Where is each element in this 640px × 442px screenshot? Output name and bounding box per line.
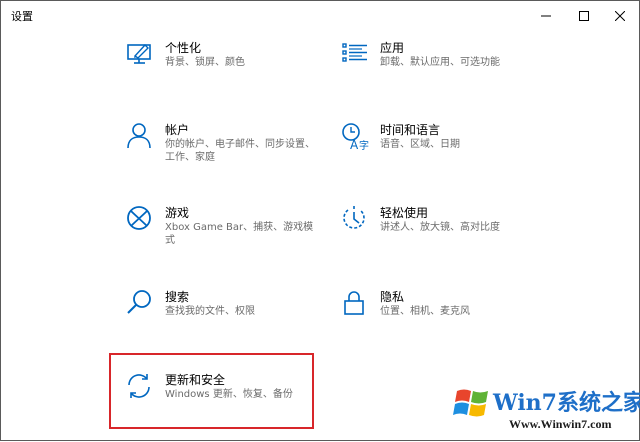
watermark: Win7系统之家 Www.Winwin7.com	[445, 379, 640, 442]
highlight-box	[109, 353, 314, 429]
tile-description: 你的帐户、电子邮件、同步设置、工作、家庭	[165, 139, 315, 163]
windows-logo-icon	[453, 389, 488, 417]
window-title: 设置	[11, 10, 33, 23]
apps-icon	[342, 43, 367, 62]
tile-title: 应用	[380, 41, 405, 55]
tile-search[interactable]: 搜索 查找我的文件、权限	[125, 288, 325, 348]
tile-ease-of-access[interactable]: 轻松使用 讲述人、放大镜、高对比度	[340, 204, 540, 264]
search-icon	[127, 290, 151, 314]
minimize-icon	[541, 15, 551, 17]
lock-icon	[344, 291, 364, 315]
tile-gaming[interactable]: 游戏 Xbox Game Bar、捕获、游戏模式	[125, 204, 325, 264]
tile-description: 背景、锁屏、颜色	[165, 57, 245, 68]
tile-description: 查找我的文件、权限	[165, 306, 255, 317]
tile-description: 位置、相机、麦克风	[380, 306, 470, 317]
tile-personalization[interactable]: 个性化 背景、锁屏、颜色	[125, 39, 325, 99]
settings-window: 设置 个性化 背景、锁屏、颜色 应用 卸载、默认应用、可选功能 帐户 你的帐户、…	[0, 0, 640, 441]
tile-title: 搜索	[165, 290, 190, 304]
xbox-icon	[127, 206, 151, 230]
tile-title: 轻松使用	[380, 206, 429, 220]
ease-of-access-icon	[343, 206, 365, 229]
maximize-icon	[579, 11, 589, 21]
watermark-url: Www.Winwin7.com	[509, 417, 612, 431]
tile-description: 卸载、默认应用、可选功能	[380, 57, 500, 68]
tile-accounts[interactable]: 帐户 你的帐户、电子邮件、同步设置、工作、家庭	[125, 121, 325, 181]
tile-time-language[interactable]: A 字 时间和语言 语音、区域、日期	[340, 121, 540, 181]
time-language-icon: A 字	[342, 123, 369, 151]
svg-text:A: A	[350, 138, 359, 151]
personalization-icon	[127, 43, 151, 64]
tile-description: Xbox Game Bar、捕获、游戏模式	[165, 222, 314, 246]
close-button[interactable]	[597, 1, 640, 31]
tile-title: 游戏	[165, 206, 190, 220]
accounts-icon	[127, 123, 151, 149]
tile-title: 帐户	[165, 123, 190, 137]
close-icon	[615, 11, 625, 21]
tile-title: 时间和语言	[380, 123, 441, 137]
tile-description: 讲述人、放大镜、高对比度	[380, 222, 500, 233]
tile-description: 语音、区域、日期	[380, 139, 460, 150]
title-bar: 设置	[1, 1, 639, 31]
tile-apps[interactable]: 应用 卸载、默认应用、可选功能	[340, 39, 540, 99]
svg-text:字: 字	[359, 139, 369, 151]
tile-title: 隐私	[380, 290, 405, 304]
watermark-text: Win7系统之家	[493, 390, 640, 416]
tile-privacy[interactable]: 隐私 位置、相机、麦克风	[340, 288, 540, 348]
tile-title: 个性化	[165, 41, 202, 55]
